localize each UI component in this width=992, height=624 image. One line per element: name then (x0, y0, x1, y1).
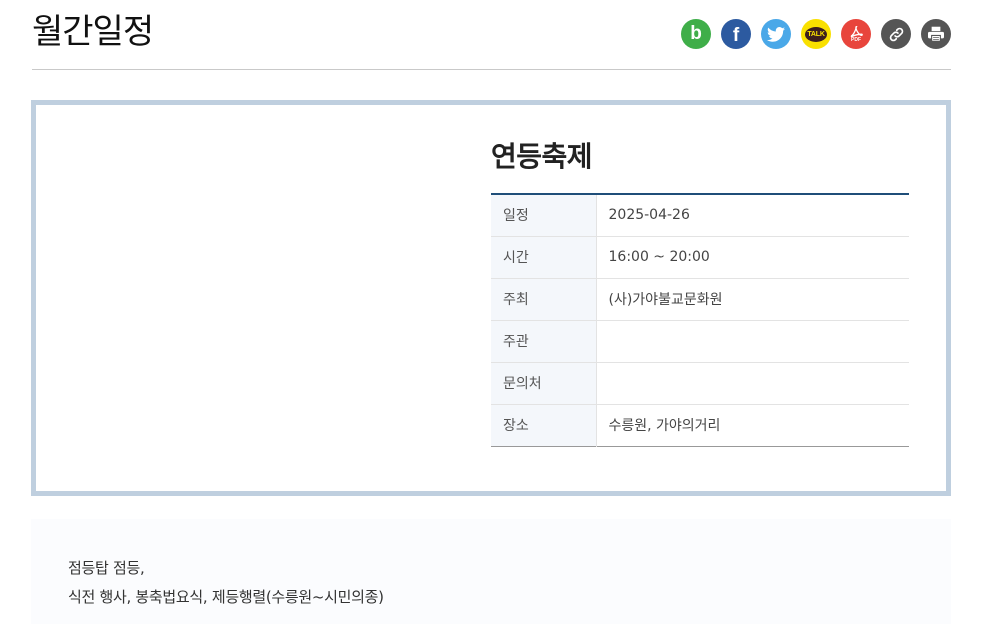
row-key-time: 시간 (491, 235, 597, 278)
row-key-venue: 장소 (491, 403, 597, 446)
event-detail-card: 연등축제 일정 2025-04-26 시간 16:00 ~ 20:00 주최 (… (31, 100, 951, 496)
band-icon: b (690, 22, 702, 44)
page: 월간일정 b f TALK PDF 연등축제 일정 2025-04-26 시간 … (0, 0, 992, 624)
event-info-table: 일정 2025-04-26 시간 16:00 ~ 20:00 주최 (사)가야불… (491, 193, 909, 447)
copy-link-button[interactable] (881, 19, 911, 49)
acrobat-icon (850, 25, 863, 37)
print-button[interactable] (921, 19, 951, 49)
kakaotalk-label: TALK (807, 30, 825, 38)
page-header: 월간일정 b f TALK PDF (32, 0, 951, 70)
share-toolbar: b f TALK PDF (681, 19, 951, 49)
row-value-venue: 수릉원, 가야의거리 (596, 403, 909, 446)
event-description: 점등탑 점등, 식전 행사, 봉축법요식, 제등행렬(수릉원~시민의종) (31, 519, 951, 624)
description-line: 식전 행사, 봉축법요식, 제등행렬(수릉원~시민의종) (68, 588, 384, 606)
facebook-share-button[interactable]: f (721, 19, 751, 49)
table-row: 일정 2025-04-26 (491, 194, 909, 236)
row-value-date: 2025-04-26 (608, 207, 690, 224)
row-key-contact: 문의처 (491, 361, 597, 404)
event-title: 연등축제 (491, 140, 593, 173)
twitter-share-button[interactable] (761, 19, 791, 49)
row-value-organizer (596, 319, 909, 362)
row-key-host: 주최 (491, 277, 597, 320)
pdf-label: PDF (851, 36, 861, 43)
kakaotalk-bubble-icon: TALK (805, 26, 827, 42)
page-title: 월간일정 (32, 12, 154, 52)
row-key-date: 일정 (491, 194, 597, 236)
twitter-bird-icon (767, 26, 785, 42)
description-line: 점등탑 점등, (68, 559, 145, 577)
row-value-time: 16:00 ~ 20:00 (596, 235, 909, 278)
pdf-download-button[interactable]: PDF (841, 19, 871, 49)
facebook-icon: f (732, 24, 740, 46)
table-row: 주관 (491, 319, 909, 362)
table-row: 시간 16:00 ~ 20:00 (491, 235, 909, 278)
table-row: 주최 (사)가야불교문화원 (491, 277, 909, 320)
link-icon (889, 27, 903, 41)
table-row: 문의처 (491, 361, 909, 404)
table-row: 장소 수릉원, 가야의거리 (491, 403, 909, 446)
band-share-button[interactable]: b (681, 19, 711, 49)
kakaotalk-share-button[interactable]: TALK (801, 19, 831, 49)
row-value-host: (사)가야불교문화원 (596, 277, 909, 320)
row-key-organizer: 주관 (491, 319, 597, 362)
printer-icon (928, 26, 944, 42)
row-value-contact (596, 361, 909, 404)
